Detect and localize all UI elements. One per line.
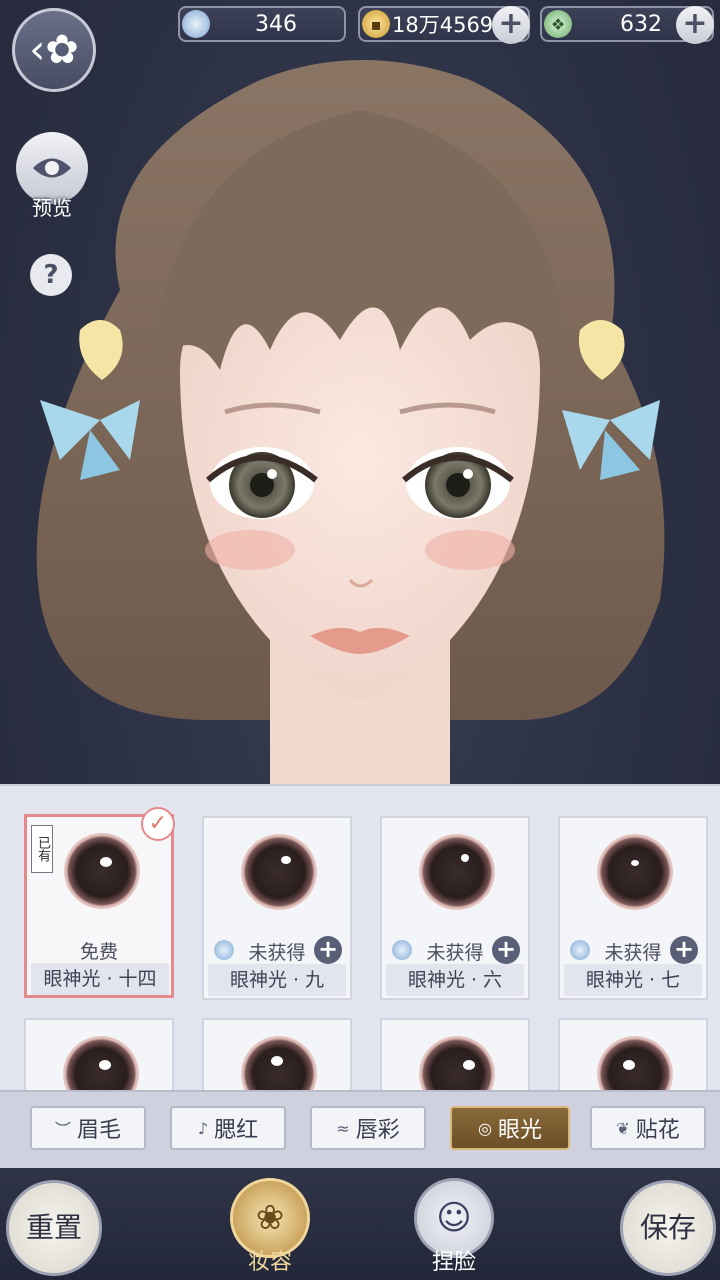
- eye-light-preview: [597, 834, 673, 910]
- currency-coin: ▪ 18万4569 +: [358, 6, 530, 44]
- currency-jade: 346: [178, 6, 346, 42]
- add-crest-button[interactable]: +: [676, 6, 714, 44]
- tab-blush[interactable]: ♪ 腮红: [170, 1106, 286, 1150]
- tab-label: 唇彩: [355, 1118, 400, 1143]
- item-card-2[interactable]: 未获得 + 眼神光 · 六: [380, 816, 530, 1000]
- item-name: 眼神光 · 六: [386, 964, 524, 996]
- eye-light-icon: ◎: [478, 1118, 492, 1138]
- eyebrow-icon: ︶: [54, 1120, 71, 1139]
- blush-icon: ♪: [197, 1118, 209, 1138]
- tab-lips[interactable]: ≈ 唇彩: [310, 1106, 426, 1150]
- eye-light-preview: [241, 834, 317, 910]
- item-status: 免费: [79, 941, 118, 963]
- checkmark-icon: ✓: [141, 807, 175, 841]
- character-portrait: [36, 60, 665, 785]
- tab-label: 腮红: [214, 1118, 259, 1143]
- green-crest-icon: ❖: [544, 10, 572, 38]
- eye-light-panel: 已有 ✓ 免费 眼神光 · 十四 未获得 + 眼神光 · 九 未获得 + 眼神光…: [0, 784, 720, 1090]
- item-card-7[interactable]: [558, 1018, 708, 1090]
- tab-sticker[interactable]: ❦ 贴花: [590, 1106, 706, 1150]
- item-name: 眼神光 · 十四: [31, 963, 169, 995]
- owned-badge: 已有: [31, 825, 53, 873]
- item-card-1[interactable]: 未获得 + 眼神光 · 九: [202, 816, 352, 1000]
- tab-label: 眉毛: [77, 1118, 122, 1143]
- acquire-button[interactable]: +: [670, 936, 698, 964]
- category-tabs: ︶ 眉毛 ♪ 腮红 ≈ 唇彩 ◎ 眼光 ❦ 贴花: [0, 1090, 720, 1168]
- currency-crest: ❖ 632 +: [540, 6, 714, 44]
- help-button[interactable]: ?: [30, 254, 72, 296]
- item-name: 眼神光 · 七: [564, 964, 702, 996]
- reset-button[interactable]: 重置: [6, 1180, 102, 1276]
- acquire-button[interactable]: +: [492, 936, 520, 964]
- eye-light-preview: [597, 1036, 673, 1090]
- item-card-6[interactable]: [380, 1018, 530, 1090]
- sticker-icon: ❦: [616, 1118, 630, 1138]
- save-button[interactable]: 保存: [620, 1180, 716, 1276]
- makeup-face-icon: ❀: [255, 1198, 285, 1238]
- item-card-5[interactable]: [202, 1018, 352, 1090]
- butterfly-back-icon: ‹✿: [29, 27, 79, 73]
- eye-light-preview: [419, 834, 495, 910]
- eye-light-preview: [419, 1036, 495, 1090]
- tab-eyebrow[interactable]: ︶ 眉毛: [30, 1106, 146, 1150]
- makeup-label: 妆容: [247, 1250, 292, 1275]
- item-name: 眼神光 · 九: [208, 964, 346, 996]
- back-button[interactable]: ‹✿: [12, 8, 96, 92]
- preview-label: 预览: [32, 196, 72, 220]
- character-creator-screen: ‹✿ 346 ▪ 18万4569 + ❖ 632 + 预览 ? 已有 ✓ 免费 …: [0, 0, 720, 1280]
- eye-light-preview: [64, 833, 140, 909]
- jade-orb-icon: [182, 10, 210, 38]
- item-card-3[interactable]: 未获得 + 眼神光 · 七: [558, 816, 708, 1000]
- bottom-bar: 重置 ❀ 妆容 ☺ 捏脸 保存: [0, 1168, 720, 1280]
- copper-coin-icon: ▪: [362, 10, 390, 38]
- face-sculpt-icon: ☺: [436, 1198, 472, 1238]
- face-sculpt-label: 捏脸: [431, 1250, 476, 1275]
- tab-eye-light[interactable]: ◎ 眼光: [450, 1106, 570, 1150]
- item-card-0[interactable]: 已有 ✓ 免费 眼神光 · 十四: [24, 807, 175, 998]
- acquire-button[interactable]: +: [314, 936, 342, 964]
- eye-light-preview: [63, 1036, 139, 1090]
- tab-label: 贴花: [635, 1118, 680, 1143]
- tab-label: 眼光: [497, 1118, 542, 1143]
- eye-icon: [33, 158, 71, 178]
- lips-icon: ≈: [336, 1118, 350, 1138]
- add-coin-button[interactable]: +: [492, 6, 530, 44]
- eye-light-preview: [241, 1036, 317, 1090]
- item-card-4[interactable]: [24, 1018, 174, 1090]
